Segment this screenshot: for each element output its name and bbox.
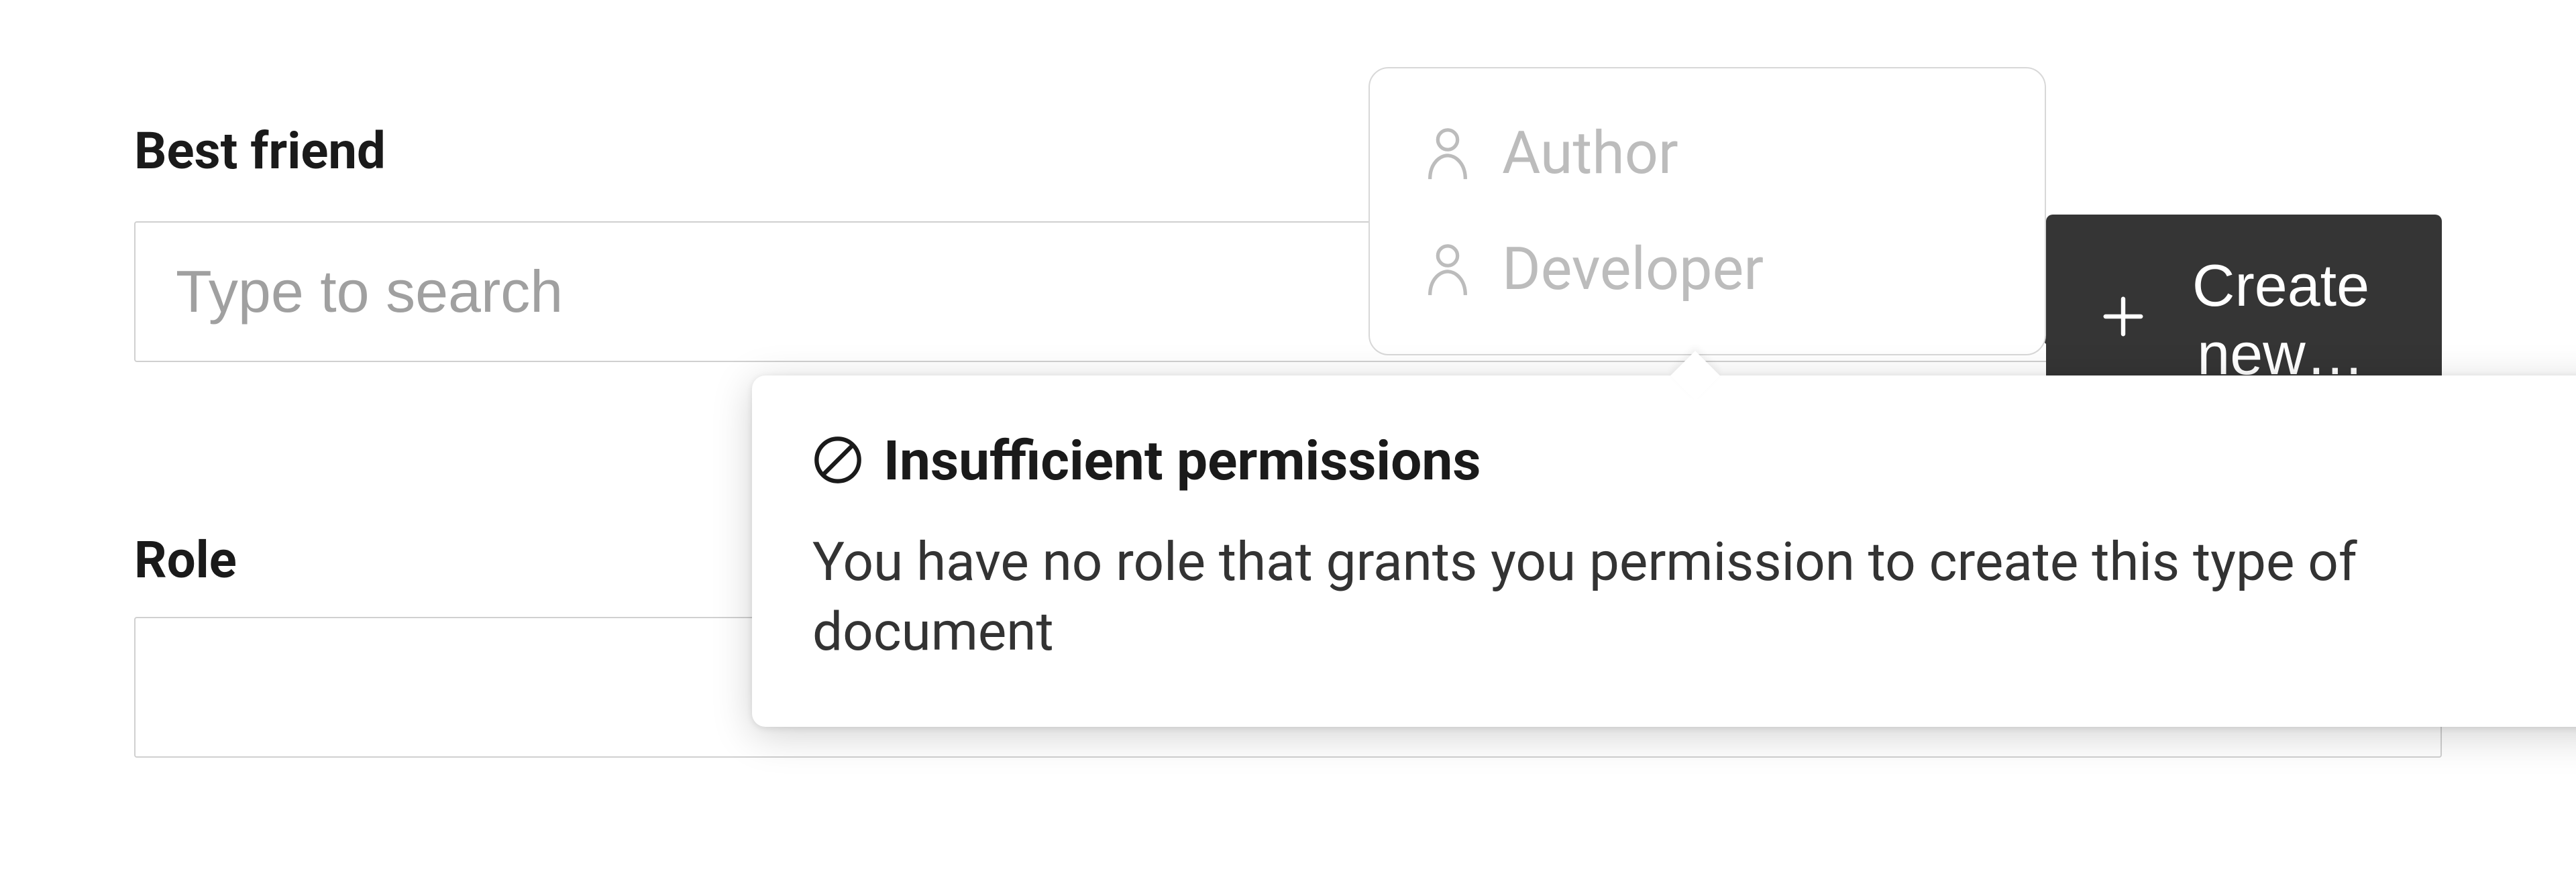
permissions-tooltip: Insufficient permissions You have no rol… xyxy=(752,375,2576,727)
tooltip-body: You have no role that grants you permiss… xyxy=(812,527,2567,666)
best-friend-label: Best friend xyxy=(134,121,2442,181)
person-icon xyxy=(1424,242,1472,297)
create-new-label: Create new… xyxy=(2174,251,2388,388)
tooltip-title: Insufficient permissions xyxy=(883,429,1481,493)
tooltip-header: Insufficient permissions xyxy=(812,429,2567,493)
dropdown-item-developer[interactable]: Developer xyxy=(1370,211,2045,327)
plus-icon xyxy=(2100,286,2147,354)
dropdown-item-label: Author xyxy=(1502,119,1678,188)
dropdown-item-label: Developer xyxy=(1502,235,1764,304)
best-friend-field: Best friend Author Developer xyxy=(134,121,2442,362)
prohibit-icon xyxy=(812,434,863,488)
dropdown-item-author[interactable]: Author xyxy=(1370,95,2045,211)
reference-type-dropdown: Author Developer xyxy=(1368,67,2046,355)
person-icon xyxy=(1424,126,1472,181)
